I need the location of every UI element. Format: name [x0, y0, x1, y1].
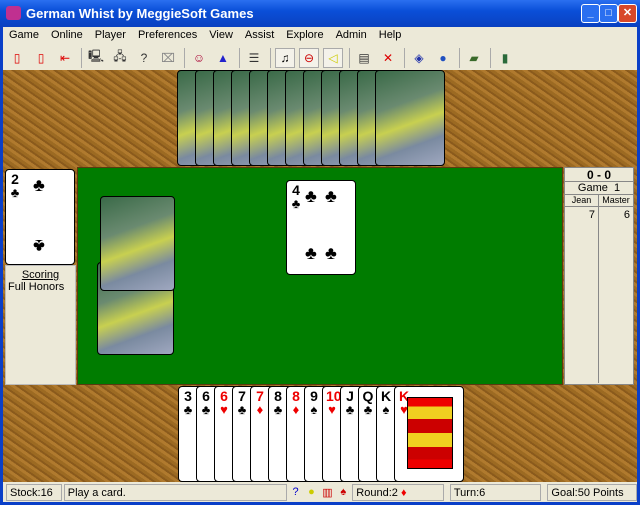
- card-suit: ♣: [183, 402, 193, 417]
- robot-icon[interactable]: ▤: [354, 48, 374, 68]
- connect-icon[interactable]: 🖳: [86, 48, 106, 68]
- card-suit: ♣: [201, 402, 211, 417]
- minimize-button[interactable]: _: [581, 4, 600, 23]
- menu-game[interactable]: Game: [3, 27, 45, 45]
- stock-count: Stock:16: [6, 483, 62, 501]
- toolbar-separator: [239, 47, 240, 68]
- preferences-icon[interactable]: ☰: [244, 48, 264, 68]
- hint-bulb-icon[interactable]: ●: [305, 486, 319, 498]
- card-suit: ♥: [220, 402, 228, 417]
- menu-assist[interactable]: Assist: [239, 27, 280, 45]
- toolbar-separator: [349, 47, 350, 68]
- hand-card[interactable]: K ♥: [394, 386, 464, 482]
- card-suit: ♦: [292, 402, 300, 417]
- status-bar: Stock:16 Play a card. ? ● ▥ ♠ Round:2 ♦ …: [3, 482, 637, 502]
- menu-preferences[interactable]: Preferences: [132, 27, 203, 45]
- turn-indicator: Turn:6: [449, 483, 542, 501]
- toolbar-separator: [81, 47, 82, 68]
- title-bar: German Whist by MeggieSoft Games _ □ ✕: [0, 0, 640, 27]
- card-pip: ♣: [305, 186, 317, 206]
- status-message: Play a card.: [63, 483, 287, 501]
- speech-icon[interactable]: ⊖: [299, 47, 319, 68]
- card-suit: ♣: [291, 196, 301, 211]
- sound-icon[interactable]: ◁: [323, 47, 343, 68]
- card-suit: ♣: [363, 402, 373, 417]
- new-game-icon[interactable]: ▯: [7, 48, 27, 68]
- player-name: Jean: [565, 195, 599, 206]
- score-panel: 0 - 0 Game 1 Jean Master 7 6: [564, 167, 634, 385]
- exit-icon[interactable]: ▮: [495, 48, 515, 68]
- round-indicator: Round:2 ♦: [352, 483, 444, 501]
- toolbar-separator: [459, 47, 460, 68]
- card-suit: ♣: [10, 185, 20, 200]
- robot-off-icon[interactable]: ✕: [378, 48, 398, 68]
- menu-online[interactable]: Online: [45, 27, 89, 45]
- card-pip: ♣: [33, 175, 45, 195]
- music-icon[interactable]: ♫: [275, 47, 295, 68]
- wizard-icon[interactable]: ▲: [213, 48, 233, 68]
- player-name: Master: [602, 195, 630, 205]
- window-title: German Whist by MeggieSoft Games: [26, 6, 254, 21]
- maximize-button[interactable]: □: [599, 4, 618, 23]
- network-query-icon[interactable]: ?: [134, 48, 154, 68]
- globe-icon[interactable]: ●: [433, 48, 453, 68]
- card-suit: ♦: [256, 402, 264, 417]
- explore-icon[interactable]: ◈: [409, 48, 429, 68]
- card-pip: ♣: [33, 236, 45, 256]
- match-score: 0 - 0: [565, 168, 633, 182]
- help-icon[interactable]: ?: [289, 486, 303, 498]
- player-points: 6: [623, 209, 630, 221]
- card-pip: ♣: [305, 243, 317, 263]
- app-icon: [6, 6, 21, 20]
- toolbar-separator: [184, 47, 185, 68]
- round-text: Round:2: [356, 486, 398, 499]
- player-icon[interactable]: ☺: [189, 48, 209, 68]
- opponent-card-back: [375, 70, 445, 166]
- toolbar: ▯ ▯ ⇤ 🖳 🖧? ⌧ ☺ ▲ ☰ ♫ ⊖ ◁ ▤ ✕ ◈ ● ▰ ▮: [3, 45, 637, 70]
- card-suit: ♣: [273, 402, 283, 417]
- card-suit: ♣: [345, 402, 355, 417]
- goal-indicator: Goal:50 Points: [547, 483, 637, 501]
- undo-card-icon[interactable]: ⇤: [55, 48, 75, 68]
- card-suit: ♣: [237, 402, 247, 417]
- network-icon[interactable]: 🖧: [110, 48, 130, 68]
- played-card: 4 ♣ ♣ ♣ ♣ ♣: [286, 180, 356, 275]
- card-suit: ♠: [382, 402, 390, 417]
- menu-view[interactable]: View: [203, 27, 239, 45]
- menu-explore[interactable]: Explore: [280, 27, 329, 45]
- menu-bar: Game Online Player Preferences View Assist Exp…: [3, 27, 637, 45]
- scoring-label: Scoring: [21, 269, 60, 281]
- stock-pile-top[interactable]: [100, 196, 175, 291]
- game-number: Game 1: [565, 182, 633, 195]
- scoring-value: Full Honors: [8, 281, 65, 293]
- trump-upcard: 2 ♣ ♣ ♣: [5, 169, 75, 265]
- player-points: 7: [565, 207, 599, 383]
- toolbar-separator: [404, 47, 405, 68]
- card-suit: ♥: [328, 402, 336, 417]
- card-pip: ♣: [325, 186, 337, 206]
- help-book-icon[interactable]: ▰: [464, 48, 484, 68]
- deal-icon[interactable]: ▯: [31, 48, 51, 68]
- cards-icon[interactable]: ▥: [320, 486, 334, 499]
- menu-admin[interactable]: Admin: [330, 27, 373, 45]
- card-suit: ♠: [310, 402, 318, 417]
- menu-help[interactable]: Help: [373, 27, 408, 45]
- card-pip: ♣: [325, 243, 337, 263]
- round-suit-icon: ♦: [400, 486, 407, 499]
- close-button[interactable]: ✕: [618, 4, 637, 23]
- disconnect-icon[interactable]: ⌧: [158, 48, 178, 68]
- menu-player[interactable]: Player: [89, 27, 132, 45]
- suits-icon[interactable]: ♠: [336, 486, 350, 498]
- king-face-art: [407, 397, 453, 469]
- toolbar-separator: [490, 47, 491, 68]
- scoring-panel: Scoring Full Honors: [5, 265, 76, 385]
- toolbar-separator: [270, 47, 271, 68]
